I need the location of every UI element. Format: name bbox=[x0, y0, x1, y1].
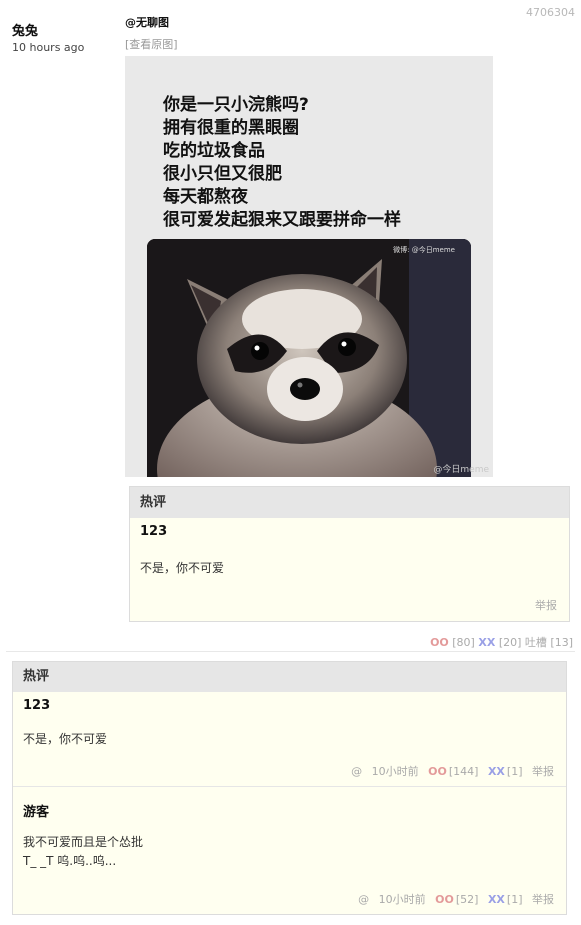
image-watermark: @今日meme bbox=[433, 465, 489, 475]
meme-caption: 你是一只小浣熊吗? 拥有很重的黑眼圈 吃的垃圾食品 很小只但又很肥 每天都熬夜 … bbox=[163, 94, 401, 232]
meme-caption-line: 很可爱发起狠来又跟要拼命一样 bbox=[163, 210, 401, 230]
oo-count: [80] bbox=[452, 636, 475, 649]
comment-item: 游客 我不可爱而且是个怂批 T_ _T 呜.呜..呜... @ 10小时前 OO… bbox=[13, 787, 566, 914]
xx-count: [1] bbox=[506, 765, 523, 778]
oo-button[interactable]: OO bbox=[428, 765, 447, 778]
xx-count: [20] bbox=[498, 636, 522, 649]
comment-author[interactable]: 123 bbox=[140, 524, 569, 539]
report-link[interactable]: 举报 bbox=[535, 597, 557, 613]
tucao-link[interactable]: 吐槽 [13] bbox=[525, 636, 573, 649]
meme-image[interactable]: 你是一只小浣熊吗? 拥有很重的黑眼圈 吃的垃圾食品 很小只但又很肥 每天都熬夜 … bbox=[125, 56, 493, 477]
comment-text: 我不可爱而且是个怂批 T_ _T 呜.呜..呜... bbox=[23, 833, 143, 871]
post-vote-bar: OO [80] XX [20] 吐槽 [13] bbox=[430, 634, 573, 650]
meme-caption-line: 拥有很重的黑眼圈 bbox=[163, 118, 299, 138]
image-watermark: 微博: @今日meme bbox=[393, 246, 455, 254]
report-link[interactable]: 举报 bbox=[532, 893, 554, 906]
inline-hot-comment: 热评 123 不是，你不可爱 举报 bbox=[129, 486, 570, 622]
author-block: 兔兔 10 hours ago bbox=[12, 20, 84, 54]
comment-meta: @ 10小时前 OO [52] XX [1] 举报 bbox=[352, 891, 554, 907]
comment-item: 123 不是，你不可爱 @ 10小时前 OO [144] XX [1] 举报 bbox=[13, 692, 566, 787]
meme-caption-line: 你是一只小浣熊吗? bbox=[163, 95, 309, 115]
xx-button[interactable]: XX bbox=[478, 636, 495, 649]
oo-count: [52] bbox=[455, 893, 479, 906]
report-link[interactable]: 举报 bbox=[532, 765, 554, 778]
view-original-link[interactable]: [查看原图] bbox=[125, 36, 178, 52]
comment-meta: @ 10小时前 OO [144] XX [1] 举报 bbox=[345, 763, 554, 779]
reply-at-button[interactable]: @ bbox=[358, 893, 369, 906]
divider bbox=[6, 651, 575, 652]
raccoon-illustration bbox=[147, 239, 471, 477]
reply-at-button[interactable]: @ bbox=[351, 765, 362, 778]
hot-comment-header: 热评 bbox=[130, 487, 569, 518]
hot-comments-header: 热评 bbox=[13, 662, 566, 692]
comment-author[interactable]: 123 bbox=[23, 698, 50, 713]
xx-button[interactable]: XX bbox=[488, 765, 505, 778]
comment-time: 10小时前 bbox=[371, 765, 419, 778]
post-time: 10 hours ago bbox=[12, 41, 85, 54]
comment-text: 不是，你不可爱 bbox=[140, 561, 225, 575]
oo-button[interactable]: OO bbox=[435, 893, 454, 906]
meme-caption-line: 每天都熬夜 bbox=[163, 187, 248, 207]
comment-line: T_ _T 呜.呜..呜... bbox=[23, 854, 117, 868]
xx-button[interactable]: XX bbox=[488, 893, 505, 906]
comment-line: 我不可爱而且是个怂批 bbox=[23, 835, 144, 849]
author-name[interactable]: 兔兔 bbox=[12, 20, 84, 39]
post-content: @无聊图 [查看原图] 你是一只小浣熊吗? 拥有很重的黑眼圈 吃的垃圾食品 很小… bbox=[125, 14, 570, 477]
oo-count: [144] bbox=[448, 765, 479, 778]
raccoon-photo: 微博: @今日meme bbox=[147, 239, 471, 477]
hot-comments-panel: 热评 123 不是，你不可爱 @ 10小时前 OO [144] XX [1] 举报 … bbox=[12, 661, 567, 915]
meme-caption-line: 很小只但又很肥 bbox=[163, 164, 282, 184]
meme-caption-line: 吃的垃圾食品 bbox=[163, 141, 265, 161]
category-tag[interactable]: @无聊图 bbox=[125, 14, 570, 30]
comment-line: 不是，你不可爱 bbox=[23, 732, 108, 746]
xx-count: [1] bbox=[506, 893, 523, 906]
comment-text: 不是，你不可爱 bbox=[23, 730, 107, 749]
oo-button[interactable]: OO bbox=[430, 636, 449, 649]
comment-author[interactable]: 游客 bbox=[23, 801, 49, 820]
comment-time: 10小时前 bbox=[378, 893, 426, 906]
